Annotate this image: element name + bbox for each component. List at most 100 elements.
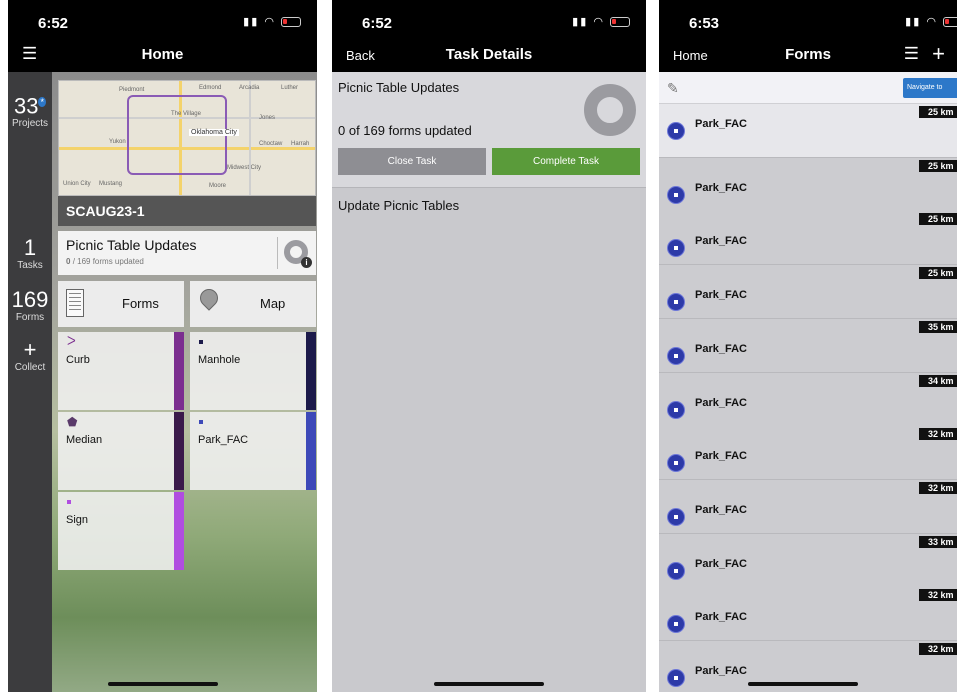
form-name: Park_FAC: [695, 611, 747, 624]
signal-icon: ▮▮: [905, 16, 922, 28]
status-bar: 6:52 ▮▮ ◠: [8, 0, 317, 40]
battery-icon: [610, 17, 630, 28]
page-title: Home: [141, 46, 184, 63]
clock: 6:53: [689, 15, 720, 32]
park-point-icon: [667, 561, 685, 580]
list-item[interactable]: Park_FAC 25 km: [659, 104, 957, 158]
rail-projects[interactable]: 33 * Projects: [8, 90, 52, 130]
form-name: Park_FAC: [695, 450, 747, 463]
layer-color-strip: [174, 492, 184, 570]
park-point-icon: [667, 185, 685, 204]
clock: 6:52: [38, 15, 69, 32]
nav-bar: Home Forms ☰ +: [659, 40, 957, 72]
system-icons: ▮▮ ◠: [572, 15, 630, 28]
layer-color-strip: [306, 412, 316, 490]
wifi-icon: ◠: [264, 16, 276, 28]
task-subtitle: 0 / 169 forms updated: [66, 257, 144, 266]
signal-icon: ▮▮: [572, 16, 589, 28]
status-bar: 6:52 ▮▮ ◠: [332, 0, 646, 40]
system-icons: ▮▮ ◠: [905, 15, 957, 28]
status-bar: 6:53 ▮▮ ◠: [659, 0, 957, 40]
menu-icon[interactable]: ☰: [904, 44, 919, 64]
rail-collect[interactable]: + Collect: [8, 338, 52, 374]
forms-screen: 6:53 ▮▮ ◠ Home Forms ☰ + ✎ Navigate to P…: [659, 0, 957, 692]
home-indicator[interactable]: [107, 682, 218, 686]
distance-badge: 25 km: [919, 267, 957, 280]
collect-label: Collect: [14, 362, 46, 373]
rail-tasks[interactable]: 1 Tasks: [8, 236, 52, 272]
page-title: Task Details: [445, 46, 533, 63]
add-icon[interactable]: +: [932, 41, 945, 67]
layer-color-strip: [174, 332, 184, 410]
distance-badge: 32 km: [919, 428, 957, 441]
park-point-icon: [199, 420, 203, 424]
complete-task-button[interactable]: Complete Task: [492, 148, 640, 175]
distance-badge: 34 km: [919, 374, 957, 387]
system-icons: ▮▮ ◠: [243, 15, 301, 28]
task-progress-text: 0 of 169 forms updated: [338, 123, 472, 138]
signal-icon: ▮▮: [243, 16, 260, 28]
forms-label: Forms: [15, 312, 45, 323]
park-point-icon: [667, 507, 685, 526]
project-name[interactable]: SCAUG23-1: [58, 196, 316, 226]
task-details-screen: 6:52 ▮▮ ◠ Back Task Details Picnic Table…: [332, 0, 646, 692]
map-button[interactable]: Map: [190, 281, 316, 327]
list-item[interactable]: Park_FAC 25 km: [659, 157, 957, 212]
info-icon[interactable]: i: [301, 257, 312, 268]
form-name: Park_FAC: [695, 235, 747, 248]
battery-icon: [943, 17, 957, 28]
rail-forms[interactable]: 169 Forms: [8, 288, 52, 324]
form-name: Park_FAC: [695, 557, 747, 570]
map-city-label: Oklahoma City: [189, 129, 239, 136]
task-card[interactable]: Picnic Table Updates 0 / 169 forms updat…: [58, 231, 316, 275]
layer-color-strip: [174, 412, 184, 490]
distance-badge: 33 km: [919, 535, 957, 548]
park-point-icon: [667, 669, 685, 687]
forms-button[interactable]: Forms: [58, 281, 184, 327]
list-item[interactable]: Park_FAC 34 km: [659, 372, 957, 427]
forms-toolbar: ✎ Navigate to: [659, 72, 957, 104]
layer-tile-manhole[interactable]: Manhole: [190, 332, 316, 410]
quick-actions: Forms Map: [58, 281, 316, 327]
list-item[interactable]: Park_FAC 32 km: [659, 587, 957, 642]
navigate-to-button[interactable]: Navigate to: [903, 78, 957, 98]
nav-bar: ☰ Home: [8, 40, 317, 72]
layer-tile-curb[interactable]: ᐳ Curb: [58, 332, 184, 410]
close-task-button[interactable]: Close Task: [338, 148, 486, 175]
home-screen: 6:52 ▮▮ ◠ ☰ Home 33 * Projects 1 Tasks 16…: [8, 0, 317, 692]
form-name: Park_FAC: [695, 181, 747, 194]
edit-icon[interactable]: ✎: [667, 80, 679, 97]
form-name: Park_FAC: [695, 396, 747, 409]
wifi-icon: ◠: [593, 16, 605, 28]
wifi-icon: ◠: [926, 16, 938, 28]
park-point-icon: [667, 122, 685, 140]
battery-icon: [281, 17, 301, 28]
form-template-item[interactable]: Update Picnic Tables: [338, 198, 459, 213]
park-point-icon: [667, 293, 685, 312]
nav-bar: Back Task Details: [332, 40, 646, 72]
layer-tile-park-fac[interactable]: Park_FAC: [190, 412, 316, 490]
form-name: Park_FAC: [695, 289, 747, 302]
distance-badge: 25 km: [919, 159, 957, 172]
list-item[interactable]: Park_FAC 32 km: [659, 426, 957, 481]
distance-badge: 35 km: [919, 320, 957, 333]
form-name: Park_FAC: [695, 503, 747, 516]
layer-tile-sign[interactable]: Sign: [58, 492, 184, 570]
progress-ring-icon: [584, 84, 636, 136]
forms-icon: [66, 289, 84, 317]
list-item[interactable]: Park_FAC 35 km: [659, 318, 957, 373]
list-item[interactable]: Park_FAC 32 km: [659, 479, 957, 534]
park-point-icon: [667, 615, 685, 634]
layer-tile-median[interactable]: ⬟ Median: [58, 412, 184, 490]
side-rail: 33 * Projects 1 Tasks 169 Forms + Collect: [8, 72, 52, 692]
distance-badge: 32 km: [919, 589, 957, 602]
list-item[interactable]: Park_FAC 25 km: [659, 211, 957, 266]
project-map-thumbnail[interactable]: Piedmont Edmond Arcadia Luther Jones Yuk…: [58, 80, 316, 196]
home-indicator[interactable]: [748, 682, 858, 686]
tasks-label: Tasks: [17, 260, 43, 271]
task-name: Picnic Table Updates: [338, 80, 460, 95]
list-item[interactable]: Park_FAC 25 km: [659, 265, 957, 320]
home-indicator[interactable]: [434, 682, 544, 686]
list-item[interactable]: Park_FAC 33 km: [659, 533, 957, 588]
park-point-icon: [667, 400, 685, 419]
